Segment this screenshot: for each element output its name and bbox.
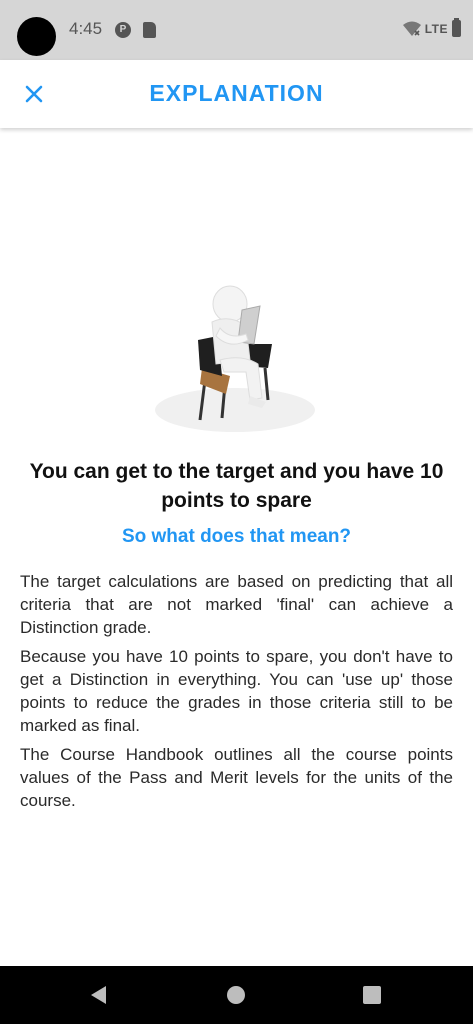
status-right-group: LTE bbox=[402, 18, 461, 37]
reading-person-illustration bbox=[155, 285, 315, 432]
home-icon[interactable] bbox=[227, 986, 245, 1004]
explanation-body: The target calculations are based on pre… bbox=[20, 570, 453, 818]
battery-icon bbox=[452, 18, 461, 37]
paragraph-course-handbook: The Course Handbook outlines all the cou… bbox=[20, 745, 453, 810]
sd-card-icon bbox=[143, 22, 156, 38]
page-title: EXPLANATION bbox=[149, 80, 324, 106]
system-nav-bar bbox=[0, 966, 473, 1024]
recents-icon[interactable] bbox=[363, 986, 381, 1004]
camera-cutout bbox=[17, 17, 56, 56]
notification-p-icon: P bbox=[115, 22, 131, 38]
status-bar: 4:45 P LTE bbox=[0, 0, 473, 60]
result-headline: You can get to the target and you have 1… bbox=[29, 460, 444, 512]
paragraph-target-calculations: The target calculations are based on pre… bbox=[20, 572, 453, 637]
status-time: 4:45 bbox=[69, 19, 103, 38]
paragraph-points-to-spare: Because you have 10 points to spare, you… bbox=[20, 647, 453, 735]
back-icon[interactable] bbox=[88, 984, 108, 1006]
network-label: LTE bbox=[424, 21, 448, 36]
app-bar: EXPLANATION bbox=[0, 60, 473, 128]
explanation-subheading: So what does that mean? bbox=[121, 526, 352, 547]
wifi-icon bbox=[402, 21, 421, 36]
